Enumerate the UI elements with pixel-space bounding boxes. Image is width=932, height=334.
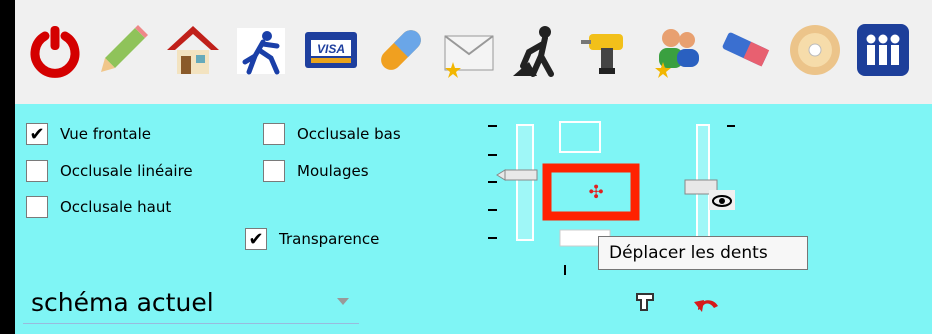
cd-disc-icon[interactable]: [787, 22, 843, 78]
ruler-tick: [488, 237, 497, 239]
checkbox-label: Occlusale linéaire: [60, 162, 193, 180]
schema-select[interactable]: schéma actuel: [23, 282, 359, 324]
people-icon[interactable]: [855, 22, 911, 78]
undo-icon[interactable]: [692, 290, 722, 318]
checkbox-label: Occlusale bas: [297, 125, 401, 143]
tooltip-text: Déplacer les dents: [609, 243, 768, 263]
chevron-down-icon[interactable]: [337, 298, 349, 305]
checkbox-box[interactable]: [263, 160, 285, 182]
eye-icon[interactable]: [709, 190, 735, 210]
checkbox-label: Occlusale haut: [60, 198, 172, 216]
eraser-icon[interactable]: [717, 22, 773, 78]
digging-worker-icon[interactable]: [511, 22, 567, 78]
envelope-star-icon[interactable]: [441, 22, 497, 78]
drill-icon[interactable]: [579, 22, 635, 78]
home-icon[interactable]: [165, 22, 221, 78]
app-frame: VISA ✔ Vue frontale Occlusale linéaire O…: [15, 0, 932, 334]
hand-pointer-icon[interactable]: [633, 288, 661, 314]
checkbox-label: Moulages: [297, 162, 369, 180]
ruler-tick: [488, 125, 497, 127]
ruler-tick: [564, 265, 566, 275]
checkbox-box[interactable]: ✔: [245, 228, 267, 250]
checkbox-box[interactable]: [26, 160, 48, 182]
occlusale-haut-checkbox[interactable]: Occlusale haut: [26, 196, 171, 218]
tooltip: Déplacer les dents: [598, 236, 808, 270]
checkbox-label: Transparence: [279, 230, 380, 248]
ruler-tick: [488, 181, 497, 183]
pencil-icon[interactable]: [95, 22, 151, 78]
schema-select-value: schéma actuel: [31, 288, 214, 317]
checkbox-box[interactable]: ✔: [26, 123, 48, 145]
vertical-slider-right[interactable]: [684, 124, 718, 241]
checkbox-label: Vue frontale: [60, 125, 152, 143]
visa-card-icon[interactable]: VISA: [303, 22, 359, 78]
visa-label: VISA: [317, 42, 345, 56]
center-frame: [559, 121, 601, 153]
running-figure-icon[interactable]: [233, 22, 289, 78]
move-teeth-button[interactable]: ✣: [542, 163, 640, 221]
occlusale-lineaire-checkbox[interactable]: Occlusale linéaire: [26, 160, 193, 182]
toolbar: VISA: [15, 0, 932, 104]
moulages-checkbox[interactable]: Moulages: [263, 160, 369, 182]
ruler-tick: [727, 125, 735, 127]
vue-frontale-checkbox[interactable]: ✔ Vue frontale: [26, 123, 151, 145]
capsule-icon[interactable]: [373, 22, 429, 78]
ruler-tick: [488, 154, 497, 156]
move-icon: ✣: [588, 182, 603, 203]
checkbox-box[interactable]: [26, 196, 48, 218]
checkbox-box[interactable]: [263, 123, 285, 145]
users-star-icon[interactable]: [649, 22, 705, 78]
occlusale-bas-checkbox[interactable]: Occlusale bas: [263, 123, 401, 145]
ruler-tick: [488, 209, 497, 211]
vertical-slider-left[interactable]: [496, 124, 538, 241]
transparence-checkbox[interactable]: ✔ Transparence: [245, 228, 379, 250]
power-icon[interactable]: [27, 22, 83, 78]
